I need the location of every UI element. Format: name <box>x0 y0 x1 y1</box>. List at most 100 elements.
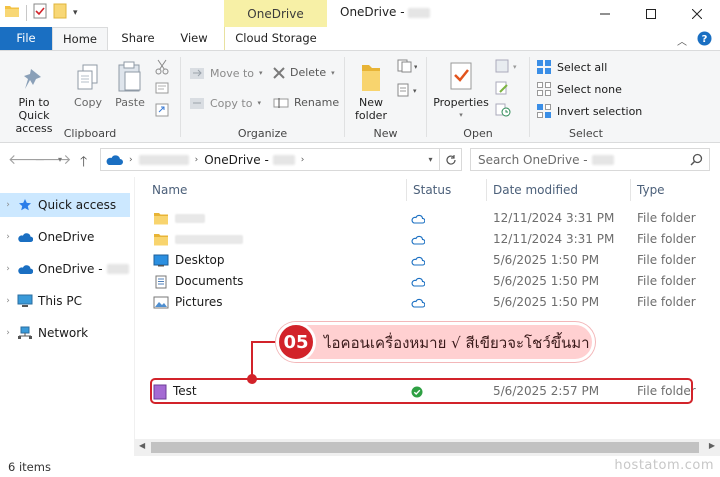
table-row[interactable]: 12/11/2024 3:31 PM File folder <box>149 229 709 250</box>
tab-view[interactable]: View <box>168 27 220 50</box>
ribbon: Pin to Quick access Copy Paste Clipboard… <box>0 50 720 143</box>
up-button[interactable]: 🡑 <box>80 151 87 175</box>
redacted-crumb[interactable] <box>138 154 189 165</box>
history-icon[interactable] <box>495 103 511 117</box>
expand-icon[interactable]: › <box>0 232 16 242</box>
nav-item-onedrive-business[interactable]: › OneDrive - <box>0 257 130 281</box>
highlight-frame <box>150 378 693 404</box>
scroll-left-icon[interactable]: ◀ <box>139 441 145 450</box>
refresh-icon <box>445 154 456 165</box>
select-none-icon <box>537 82 551 96</box>
invert-selection-icon <box>537 104 551 118</box>
table-row[interactable]: Desktop 5/6/2025 1:50 PM File folder <box>149 250 709 271</box>
ribbon-right-controls: ︿ ? <box>677 31 712 49</box>
navigation-bar: 🡐 🡒 ▾ 🡑 › › OneDrive - › ▾ Search OneDri… <box>0 143 720 177</box>
documents-folder-icon <box>155 275 167 288</box>
delete-button[interactable]: Delete ▾ <box>273 66 335 79</box>
pictures-folder-icon <box>153 296 169 309</box>
minimize-icon <box>600 13 610 14</box>
nav-item-quick-access[interactable]: › Quick access <box>0 193 130 217</box>
cloud-status-icon <box>411 277 425 287</box>
copy-to-button[interactable]: Copy to ▾ <box>189 96 261 110</box>
desktop-folder-icon <box>153 254 169 267</box>
copy-path-icon[interactable] <box>155 82 169 94</box>
expand-icon[interactable]: › <box>0 296 16 306</box>
rename-button[interactable]: Rename <box>273 96 339 109</box>
cloud-status-icon <box>411 235 425 245</box>
easy-access-icon[interactable]: ▾ <box>397 83 417 97</box>
pin-icon <box>24 69 41 89</box>
divider[interactable] <box>486 179 487 201</box>
svg-text:▾: ▾ <box>414 63 417 71</box>
forward-button[interactable]: 🡒 <box>34 151 72 168</box>
redacted-text <box>591 154 614 165</box>
new-folder-qat-icon[interactable] <box>53 3 67 22</box>
title-bar: ▾ OneDrive OneDrive - <box>0 0 720 27</box>
scrollbar-thumb[interactable] <box>151 442 699 453</box>
svg-text:▾: ▾ <box>413 87 417 95</box>
maximize-button[interactable] <box>628 0 674 27</box>
folder-icon <box>154 234 168 246</box>
copy-button[interactable]: Copy <box>70 57 106 109</box>
expand-icon[interactable]: › <box>0 328 16 338</box>
callout-anchor-dot <box>247 374 257 384</box>
pc-icon <box>16 294 34 308</box>
properties-qat-icon[interactable] <box>33 3 47 22</box>
divider[interactable] <box>630 179 631 201</box>
expand-icon[interactable]: › <box>0 200 16 210</box>
properties-icon <box>450 62 472 90</box>
new-folder-button[interactable]: New folder <box>349 57 393 122</box>
tab-home[interactable]: Home <box>52 27 108 51</box>
refresh-button[interactable] <box>440 148 462 171</box>
redacted-text <box>272 154 295 165</box>
divider[interactable] <box>406 179 407 201</box>
new-item-icon[interactable]: ▾ <box>397 59 417 73</box>
cloud-icon <box>16 264 34 275</box>
scroll-right-icon[interactable]: ▶ <box>709 441 715 450</box>
recent-locations-button[interactable]: ▾ <box>58 155 62 164</box>
move-to-icon <box>190 68 204 79</box>
table-row[interactable]: Pictures 5/6/2025 1:50 PM File folder <box>149 292 709 313</box>
tab-file[interactable]: File <box>0 27 52 50</box>
nav-item-onedrive[interactable]: › OneDrive <box>0 225 130 249</box>
window-controls <box>582 0 720 27</box>
horizontal-scrollbar[interactable]: ◀ ▶ <box>134 439 720 456</box>
address-bar[interactable]: › › OneDrive - › ▾ <box>100 148 440 171</box>
paste-shortcut-icon[interactable] <box>155 103 169 117</box>
invert-selection-button[interactable]: Invert selection <box>536 103 642 119</box>
search-box[interactable]: Search OneDrive - <box>470 148 710 171</box>
tab-share[interactable]: Share <box>112 27 164 50</box>
column-header-type[interactable]: Type <box>637 177 665 203</box>
pin-to-quick-access-button[interactable]: Pin to Quick access <box>2 57 66 135</box>
address-dropdown-icon[interactable]: ▾ <box>421 149 439 170</box>
properties-button[interactable]: Properties ▾ <box>431 57 491 122</box>
column-header-status[interactable]: Status <box>413 177 451 203</box>
select-all-button[interactable]: Select all <box>536 59 607 75</box>
collapse-ribbon-icon[interactable]: ︿ <box>677 33 687 48</box>
select-none-button[interactable]: Select none <box>536 81 622 97</box>
open-icon[interactable]: ▾ <box>495 59 519 73</box>
minimize-button[interactable] <box>582 0 628 27</box>
move-to-button[interactable]: Move to ▾ <box>189 66 263 80</box>
help-icon[interactable]: ? <box>697 31 712 49</box>
cloud-icon <box>106 154 123 165</box>
breadcrumb[interactable]: OneDrive - <box>204 153 269 167</box>
quick-access-toolbar: ▾ <box>4 3 78 22</box>
nav-item-this-pc[interactable]: › This PC <box>0 289 130 313</box>
column-header-date-modified[interactable]: Date modified <box>493 177 578 203</box>
close-button[interactable] <box>674 0 720 27</box>
table-row[interactable]: Documents 5/6/2025 1:50 PM File folder <box>149 271 709 292</box>
customize-qat-icon[interactable]: ▾ <box>73 8 78 18</box>
cloud-status-icon <box>411 214 425 224</box>
window-title: OneDrive - <box>340 5 431 19</box>
svg-text:▾: ▾ <box>513 63 517 71</box>
cut-icon[interactable] <box>155 59 169 75</box>
expand-icon[interactable]: › <box>0 264 16 274</box>
paste-button[interactable]: Paste <box>110 57 150 109</box>
edit-icon[interactable] <box>495 81 509 95</box>
nav-item-network[interactable]: › Network <box>0 321 130 345</box>
cloud-status-icon <box>411 256 425 266</box>
tab-cloud-storage[interactable]: Cloud Storage <box>224 27 327 50</box>
table-row[interactable]: 12/11/2024 3:31 PM File folder <box>149 208 709 229</box>
column-header-name[interactable]: Name <box>152 177 187 203</box>
